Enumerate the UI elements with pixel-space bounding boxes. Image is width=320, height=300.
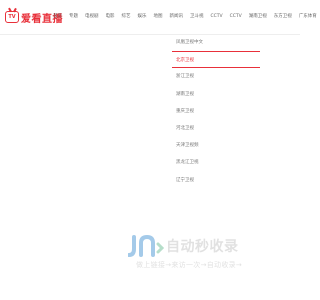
watermark-logo-icon — [128, 234, 164, 257]
submenu-item[interactable]: 辽宁卫视 — [172, 172, 260, 189]
nav-item-entertainment[interactable]: 娱乐 — [138, 12, 147, 22]
nav-item-topics[interactable]: 专题 — [69, 12, 78, 22]
submenu-item[interactable]: 凤凰卫视中文 — [172, 34, 260, 51]
nav-item-news[interactable]: 新闻讯 — [170, 12, 184, 22]
nav-item-cctv-1[interactable]: CCTV — [211, 12, 223, 22]
submenu-item[interactable]: 重庆卫视 — [172, 103, 260, 120]
submenu-item[interactable]: 浙江卫视 — [172, 68, 260, 85]
submenu-item[interactable]: 黑龙江卫视 — [172, 154, 260, 171]
nav-item-map[interactable]: 地图 — [154, 12, 163, 22]
nav-item-dragon-tv[interactable]: 东方卫视 — [274, 12, 292, 22]
nav-item-cctv-2[interactable]: CCTV — [230, 12, 242, 22]
watermark: 自动秒收录 做上链接→来访一次→自动收录→ — [128, 234, 288, 274]
submenu-item[interactable]: 湖南卫视 — [172, 86, 260, 103]
nav-item-guangdong-sports[interactable]: 广东体育 — [299, 12, 317, 22]
nav-item-home[interactable]: 首页 — [53, 12, 62, 22]
submenu-item[interactable]: 河北卫视 — [172, 120, 260, 137]
top-navigation-bar: TV 爱看直播 首页 专题 电视剧 电影 综艺 娱乐 地图 新闻讯 卫斗视 CC… — [0, 0, 317, 35]
nav-item-satellite[interactable]: 卫斗视 — [190, 12, 204, 22]
nav-item-variety[interactable]: 综艺 — [122, 12, 131, 22]
watermark-subtitle: 做上链接→来访一次→自动收录→ — [136, 261, 243, 269]
watermark-title: 自动秒收录 — [166, 239, 239, 255]
submenu-item[interactable]: 天津卫视频 — [172, 137, 260, 154]
nav-item-tv-series[interactable]: 电视剧 — [85, 12, 99, 22]
submenu-item-active[interactable]: 北京卫视 — [172, 51, 260, 69]
tv-icon: TV — [5, 11, 19, 23]
nav-item-movies[interactable]: 电影 — [106, 12, 115, 22]
nav-item-hunan-tv[interactable]: 湖南卫视 — [249, 12, 267, 22]
channel-dropdown-menu: 凤凰卫视中文 北京卫视 浙江卫视 湖南卫视 重庆卫视 河北卫视 天津卫视频 黑龙… — [172, 34, 260, 189]
main-nav: 首页 专题 电视剧 电影 综艺 娱乐 地图 新闻讯 卫斗视 CCTV CCTV … — [53, 12, 320, 22]
